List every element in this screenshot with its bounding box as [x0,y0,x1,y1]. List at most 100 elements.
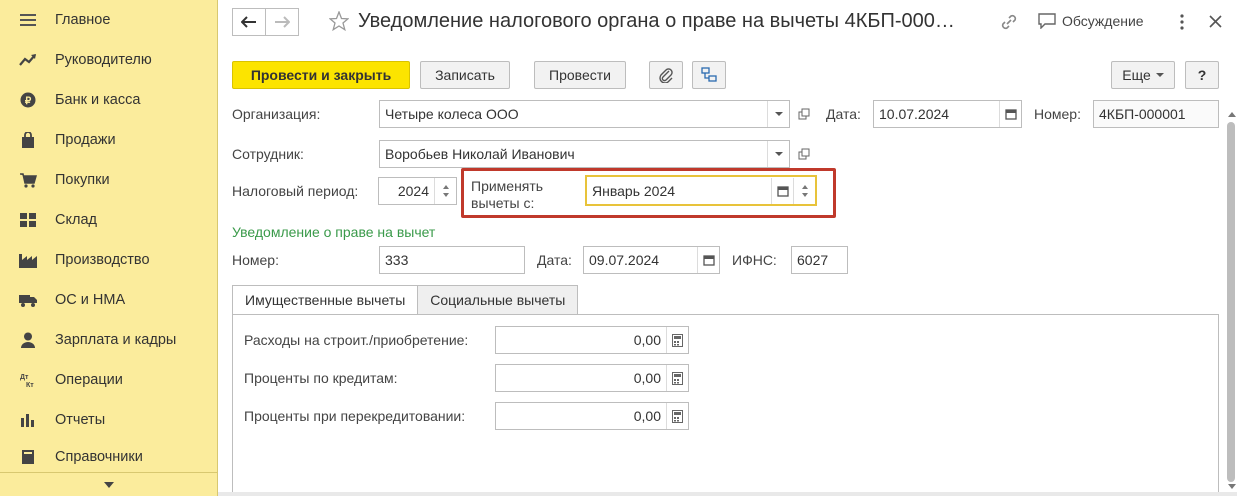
document-form: Уведомление налогового органа о праве на… [218,0,1237,496]
calendar-button[interactable] [697,247,719,273]
sidebar-item-production[interactable]: Производство [0,240,217,280]
tab-property-deductions[interactable]: Имущественные вычеты [232,285,419,315]
trend-icon [19,51,37,69]
sidebar-item-assets[interactable]: ОС и НМА [0,280,217,320]
bottom-edge [218,492,1237,496]
employee-field[interactable]: Воробьев Николай Иванович [379,140,790,168]
calendar-button[interactable] [771,177,793,204]
notice-number-field[interactable]: 333 [379,246,525,274]
sidebar-item-sales[interactable]: Продажи [0,120,217,160]
link-button[interactable] [1000,13,1018,31]
tax-period-label: Налоговый период: [232,183,359,199]
tax-period-value: 2024 [397,183,429,199]
date-field[interactable]: 10.07.2024 [873,100,1022,128]
structure-button[interactable] [692,61,726,89]
calculator-button[interactable] [666,403,688,429]
construction-costs-label: Расходы на строит./приобретение: [244,332,469,348]
scroll-up-arrow[interactable] [1228,112,1236,117]
calendar-icon [702,255,715,266]
kebab-icon [1180,14,1184,30]
apply-from-label-line2: вычеты с: [471,195,535,211]
notice-date-field[interactable]: 09.07.2024 [583,246,720,274]
forward-button[interactable] [265,8,299,36]
tab-social-deductions[interactable]: Социальные вычеты [417,285,579,315]
sidebar-item-catalogs[interactable]: Справочники [0,440,217,474]
open-organization-button[interactable] [793,101,815,127]
discussion-label: Обсуждение [1062,13,1144,29]
open-employee-button[interactable] [793,141,815,167]
sidebar-scroll-down-button[interactable] [0,472,217,496]
calculator-button[interactable] [666,327,688,353]
svg-text:Дт: Дт [20,374,29,381]
calendar-button[interactable] [999,101,1021,127]
more-menu-button[interactable]: Еще [1111,61,1175,89]
tax-period-field[interactable]: 2024 [378,177,457,205]
book-icon [19,448,37,466]
scroll-down-arrow[interactable] [1228,484,1236,489]
arrow-right-icon [275,16,290,28]
post-and-close-button[interactable]: Провести и закрыть [232,61,410,89]
cart-icon [19,171,37,189]
refinancing-interest-field[interactable]: 0,00 [495,402,689,430]
sidebar-item-label: Продажи [55,132,116,148]
back-button[interactable] [232,8,266,36]
sidebar-item-manager[interactable]: Руководителю [0,40,217,80]
organization-field[interactable]: Четыре колеса ООО [379,100,790,128]
loan-interest-field[interactable]: 0,00 [495,364,689,392]
calculator-button[interactable] [666,365,688,391]
sidebar-item-bank[interactable]: ₽ Банк и касса [0,80,217,120]
sidebar: Главное Руководителю ₽ Банк и касса Прод… [0,0,218,496]
ifns-field[interactable]: 6027 [791,246,848,274]
organization-label: Организация: [232,106,321,122]
sidebar-item-label: Главное [55,12,111,28]
coin-icon: ₽ [19,91,37,109]
open-window-icon [798,108,810,120]
employee-label: Сотрудник: [232,146,304,162]
page-title: Уведомление налогового органа о праве на… [358,10,955,32]
sidebar-item-purchases[interactable]: Покупки [0,160,217,200]
hierarchy-icon [701,67,717,82]
chevron-down-icon [1155,73,1164,77]
save-button[interactable]: Записать [420,61,510,89]
sidebar-item-warehouse[interactable]: Склад [0,200,217,240]
help-button[interactable]: ? [1185,61,1219,89]
sidebar-item-salary[interactable]: Зарплата и кадры [0,320,217,360]
apply-from-field[interactable]: Январь 2024 [585,175,817,206]
calculator-icon [672,333,683,347]
loan-interest-label: Проценты по кредитам: [244,370,398,386]
discussion-button[interactable]: Обсуждение [1038,13,1144,29]
calendar-icon [1004,109,1017,120]
sidebar-item-operations[interactable]: Дт Кт Операции [0,360,217,400]
calendar-icon [776,185,789,197]
dropdown-button[interactable] [767,101,789,127]
sidebar-item-main[interactable]: Главное [0,0,217,40]
sidebar-item-label: ОС и НМА [55,292,126,308]
triangle-down-icon [104,482,114,488]
ifns-value: 6027 [797,252,829,268]
attach-button[interactable] [649,61,683,89]
more-actions-button[interactable] [1179,14,1185,30]
organization-value: Четыре колеса ООО [385,106,519,122]
number-value: 4КБП-000001 [1099,106,1186,122]
close-button[interactable] [1209,15,1222,28]
number-field[interactable]: 4КБП-000001 [1093,100,1219,128]
sidebar-item-label: Операции [55,372,123,388]
dropdown-button[interactable] [767,141,789,167]
bag-icon [19,131,37,149]
favorite-star-button[interactable] [329,11,349,31]
sidebar-item-label: Отчеты [55,412,106,428]
calculator-icon [672,371,683,385]
sidebar-item-reports[interactable]: Отчеты [0,400,217,440]
construction-costs-field[interactable]: 0,00 [495,326,689,354]
sidebar-item-label: Зарплата и кадры [55,332,177,348]
vertical-scrollbar[interactable] [1227,122,1235,482]
stepper-button[interactable] [793,177,815,204]
menu-lines-icon [19,11,37,29]
employee-value: Воробьев Николай Иванович [385,146,575,162]
calculator-icon [672,409,683,423]
post-button[interactable]: Провести [534,61,626,89]
notice-date-value: 09.07.2024 [589,252,660,268]
stepper-icon [801,184,808,197]
stepper-button[interactable] [434,178,456,204]
sidebar-item-label: Покупки [55,172,110,188]
